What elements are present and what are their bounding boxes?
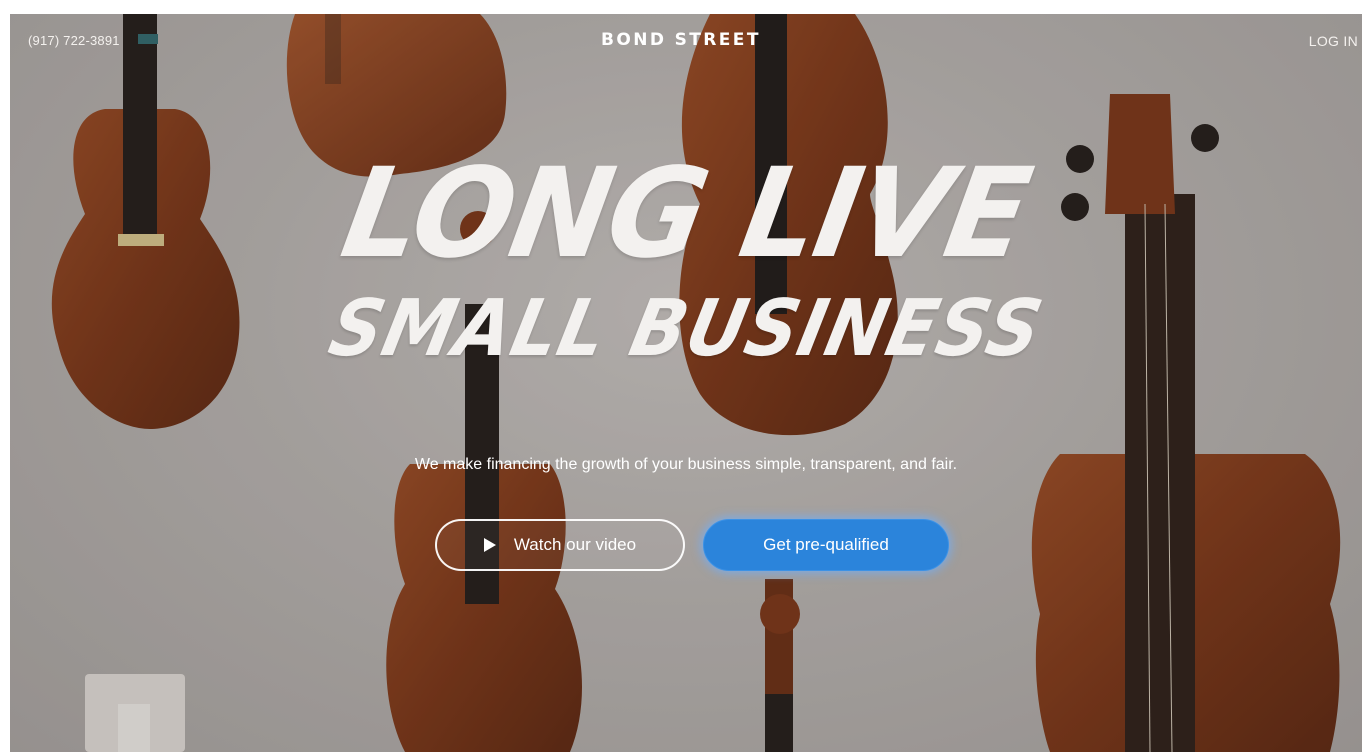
hero-section: (917) 722-3891 BOND STREET LOG IN LONG L… <box>10 14 1362 752</box>
get-prequalified-label: Get pre-qualified <box>763 535 889 554</box>
watch-video-button[interactable]: Watch our video <box>435 519 685 571</box>
hero-headline: LONG LIVE SMALL BUSINESS <box>10 140 1362 374</box>
headline-line-1: LONG LIVE <box>332 140 1040 286</box>
brand-logo[interactable]: BOND STREET <box>601 30 761 50</box>
headline-line-2: SMALL BUSINESS <box>321 284 1051 374</box>
phone-number[interactable]: (917) 722-3891 <box>28 33 120 48</box>
hero-subtitle: We make financing the growth of your bus… <box>414 456 958 473</box>
login-link[interactable]: LOG IN <box>1309 33 1358 49</box>
watch-video-label: Watch our video <box>513 535 637 554</box>
play-icon <box>483 538 496 552</box>
background-overlay <box>10 14 1362 752</box>
get-prequalified-button[interactable]: Get pre-qualified <box>703 519 949 571</box>
